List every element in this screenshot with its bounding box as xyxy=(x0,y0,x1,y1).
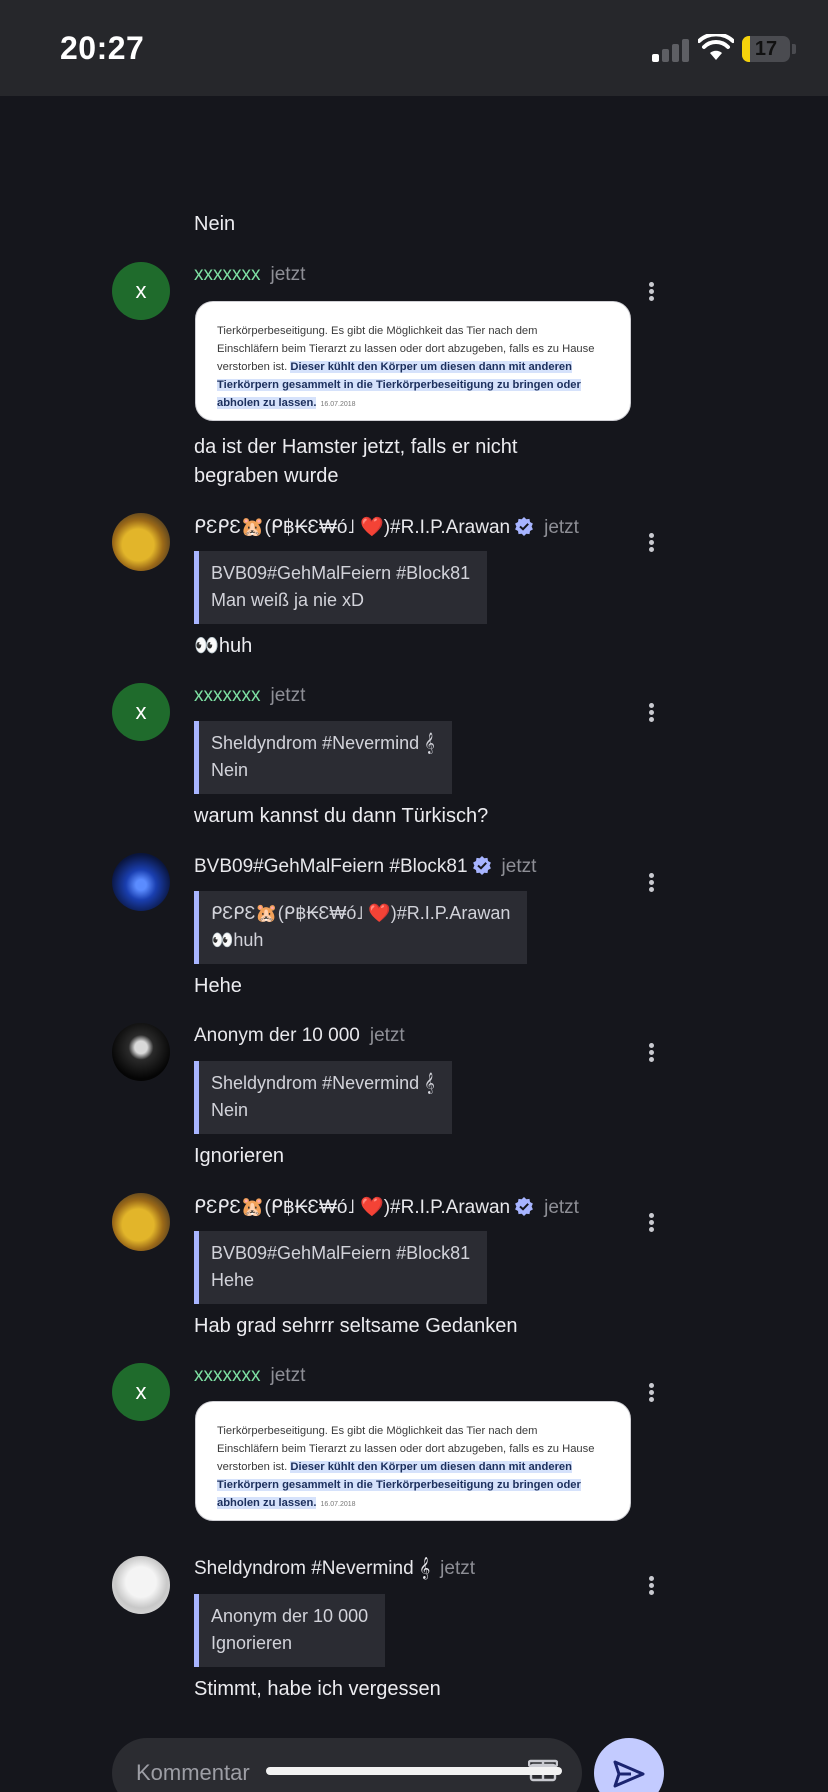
status-bar: 20:27 17 xyxy=(0,0,828,96)
more-vertical-icon[interactable] xyxy=(646,1574,656,1598)
timestamp: jetzt xyxy=(544,517,579,538)
avatar[interactable]: x xyxy=(112,1363,170,1421)
avatar[interactable] xyxy=(112,853,170,911)
battery-icon: 17 xyxy=(742,36,790,62)
message-text: Ignorieren xyxy=(194,1145,285,1167)
more-vertical-icon[interactable] xyxy=(646,531,656,555)
quoted-reply[interactable]: Sheldyndrom #Nevermind 𝄞 Nein xyxy=(194,721,452,794)
cellular-signal-icon xyxy=(652,38,692,62)
attached-image[interactable]: Tierkörperbeseitigung. Es gibt die Mögli… xyxy=(195,1401,631,1521)
message-header: Sheldyndrom #Nevermind 𝄞 jetzt xyxy=(194,1558,475,1580)
timestamp: jetzt xyxy=(369,1025,405,1046)
message-text: Nein xyxy=(194,213,236,235)
verified-badge-icon xyxy=(472,856,491,875)
author-name[interactable]: Anonym der 10 000 xyxy=(194,1025,360,1046)
author-name[interactable]: xxxxxxx xyxy=(194,264,261,285)
quote-text: Man weiß ja nie xD xyxy=(211,590,365,610)
battery-level: 17 xyxy=(754,38,778,60)
more-vertical-icon[interactable] xyxy=(646,1381,656,1405)
home-indicator[interactable] xyxy=(266,1767,562,1775)
timestamp: jetzt xyxy=(270,1365,306,1386)
quote-author: Anonym der 10 000 xyxy=(211,1606,369,1626)
quote-author: ᑭƐᑭƐ🐹(ᑭ฿₭Ɛ₩ó˩ ❤️)#R.I.P.Arawan xyxy=(211,903,511,923)
timestamp: jetzt xyxy=(501,856,537,877)
message-text: da ist der Hamster jetzt, falls er nicht… xyxy=(194,436,518,487)
wifi-icon xyxy=(698,34,734,60)
verified-badge-icon xyxy=(515,1197,533,1216)
more-vertical-icon[interactable] xyxy=(646,1041,656,1065)
message-text: Hab grad sehrrr seltsame Gedanken xyxy=(194,1315,518,1337)
timestamp: jetzt xyxy=(544,1197,579,1218)
verified-badge-icon xyxy=(515,517,533,536)
avatar[interactable]: x xyxy=(112,262,170,320)
message-header: xxxxxxx jetzt xyxy=(194,264,305,286)
avatar[interactable] xyxy=(112,513,170,571)
message-header: Anonym der 10 000 jetzt xyxy=(194,1025,405,1047)
quote-text: Hehe xyxy=(211,1270,255,1290)
quoted-reply[interactable]: Sheldyndrom #Nevermind 𝄞 Nein xyxy=(194,1061,452,1134)
author-name[interactable]: xxxxxxx xyxy=(194,685,261,706)
quote-text: 👀huh xyxy=(211,930,264,950)
quote-text: Nein xyxy=(211,760,249,780)
quoted-reply[interactable]: BVB09#GehMalFeiern #Block81 Man weiß ja … xyxy=(194,551,488,624)
avatar[interactable] xyxy=(112,1193,170,1251)
author-name[interactable]: BVB09#GehMalFeiern #Block81 xyxy=(194,856,468,877)
comment-placeholder: Kommentar xyxy=(136,1760,250,1785)
comment-input[interactable]: Kommentar xyxy=(112,1738,582,1792)
more-vertical-icon[interactable] xyxy=(646,1211,656,1235)
author-name[interactable]: xxxxxxx xyxy=(194,1365,261,1386)
image-date: 16.07.2018 xyxy=(320,1501,356,1508)
author-name[interactable]: ᑭƐᑭƐ🐹(ᑭ฿₭Ɛ₩ó˩ ❤️)#R.I.P.Arawan xyxy=(194,1197,510,1218)
send-button[interactable] xyxy=(594,1738,664,1792)
message-text: 👀huh xyxy=(194,635,253,657)
message-text: Hehe xyxy=(194,975,242,997)
message-header: xxxxxxx jetzt xyxy=(194,1365,305,1387)
timestamp: jetzt xyxy=(270,264,306,285)
quote-text: Nein xyxy=(211,1100,249,1120)
quote-author: Sheldyndrom #Nevermind 𝄞 xyxy=(211,733,435,753)
message-header: ᑭƐᑭƐ🐹(ᑭ฿₭Ɛ₩ó˩ ❤️)#R.I.P.Arawan jetzt xyxy=(194,1195,579,1219)
more-vertical-icon[interactable] xyxy=(646,871,656,895)
author-name[interactable]: Sheldyndrom #Nevermind 𝄞 xyxy=(194,1558,430,1579)
status-time: 20:27 xyxy=(60,30,145,66)
message-header: ᑭƐᑭƐ🐹(ᑭ฿₭Ɛ₩ó˩ ❤️)#R.I.P.Arawan jetzt xyxy=(194,515,579,539)
message-text: warum kannst du dann Türkisch? xyxy=(194,805,489,827)
quoted-reply[interactable]: ᑭƐᑭƐ🐹(ᑭ฿₭Ɛ₩ó˩ ❤️)#R.I.P.Arawan 👀huh xyxy=(194,891,528,964)
quoted-reply[interactable]: BVB09#GehMalFeiern #Block81 Hehe xyxy=(194,1231,488,1304)
attached-image[interactable]: Tierkörperbeseitigung. Es gibt die Mögli… xyxy=(195,301,631,421)
more-vertical-icon[interactable] xyxy=(646,701,656,725)
avatar[interactable]: x xyxy=(112,683,170,741)
timestamp: jetzt xyxy=(440,1558,476,1579)
quote-text: Ignorieren xyxy=(211,1633,293,1653)
quote-author: BVB09#GehMalFeiern #Block81 xyxy=(211,563,471,583)
timestamp: jetzt xyxy=(270,685,306,706)
send-icon xyxy=(613,1760,645,1788)
avatar[interactable] xyxy=(112,1556,170,1614)
message-header: BVB09#GehMalFeiern #Block81 jetzt xyxy=(194,855,536,878)
message-header: xxxxxxx jetzt xyxy=(194,685,305,707)
quote-author: BVB09#GehMalFeiern #Block81 xyxy=(211,1243,471,1263)
quoted-reply[interactable]: Anonym der 10 000 Ignorieren xyxy=(194,1594,386,1667)
quote-author: Sheldyndrom #Nevermind 𝄞 xyxy=(211,1073,435,1093)
author-name[interactable]: ᑭƐᑭƐ🐹(ᑭ฿₭Ɛ₩ó˩ ❤️)#R.I.P.Arawan xyxy=(194,517,510,538)
message-text: Stimmt, habe ich vergessen xyxy=(194,1678,441,1700)
more-vertical-icon[interactable] xyxy=(646,280,656,304)
image-date: 16.07.2018 xyxy=(320,401,356,408)
avatar[interactable] xyxy=(112,1023,170,1081)
